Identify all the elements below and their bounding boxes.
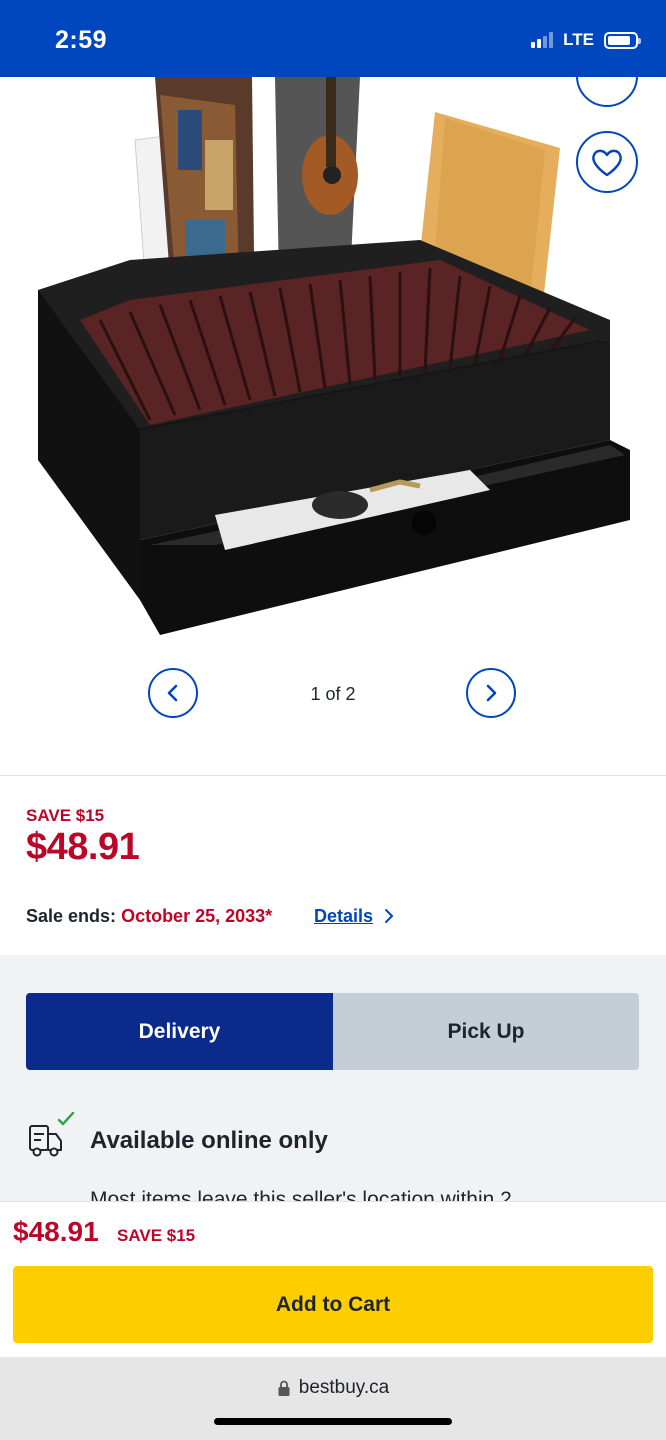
cellular-signal-icon: [531, 32, 554, 48]
sale-ends-date: October 25, 2033*: [121, 906, 273, 926]
status-time: 2:59: [55, 26, 108, 54]
details-link[interactable]: Details: [314, 906, 373, 927]
product-price: $48.91: [26, 826, 140, 868]
carousel-next-button[interactable]: [466, 668, 516, 718]
mail-organizer-illustration: 1 2 3 4 5 6 7 8 9 10 11 12 13 14 15 16 1…: [38, 77, 630, 635]
url-text: bestbuy.ca: [298, 1377, 390, 1398]
carousel-prev-button[interactable]: [148, 668, 198, 718]
tab-delivery[interactable]: Delivery: [26, 993, 333, 1070]
sticky-save-badge: SAVE $15: [117, 1226, 196, 1245]
home-indicator[interactable]: [214, 1418, 452, 1425]
section-divider: [0, 775, 666, 776]
wishlist-button[interactable]: [576, 131, 638, 193]
sale-ends-label: Sale ends:: [26, 906, 117, 926]
check-icon: [57, 1111, 75, 1126]
truck-icon: [29, 1111, 75, 1157]
url-bar[interactable]: bestbuy.ca: [0, 1377, 666, 1399]
sale-ends-line: Sale ends: October 25, 2033*: [26, 906, 272, 927]
network-type: LTE: [563, 30, 594, 49]
tab-pick-up[interactable]: Pick Up: [333, 993, 639, 1070]
availability-text: Available online only: [90, 1127, 328, 1154]
battery-icon: [604, 31, 641, 49]
heart-icon: [592, 149, 622, 177]
status-bar: 2:59 LTE: [0, 0, 666, 77]
chevron-left-icon: [167, 684, 178, 702]
sticky-price: $48.91: [13, 1216, 99, 1247]
status-indicators: LTE: [531, 30, 641, 50]
chevron-right-icon: [486, 684, 497, 702]
chevron-right-icon[interactable]: [383, 907, 395, 925]
carousel-counter: 1 of 2: [310, 684, 356, 704]
lock-icon: [278, 1380, 290, 1396]
save-badge: SAVE $15: [26, 806, 105, 825]
add-to-cart-button[interactable]: Add to Cart: [13, 1266, 653, 1343]
product-image[interactable]: 1 2 3 4 5 6 7 8 9 10 11 12 13 14 15 16 1…: [0, 77, 666, 667]
